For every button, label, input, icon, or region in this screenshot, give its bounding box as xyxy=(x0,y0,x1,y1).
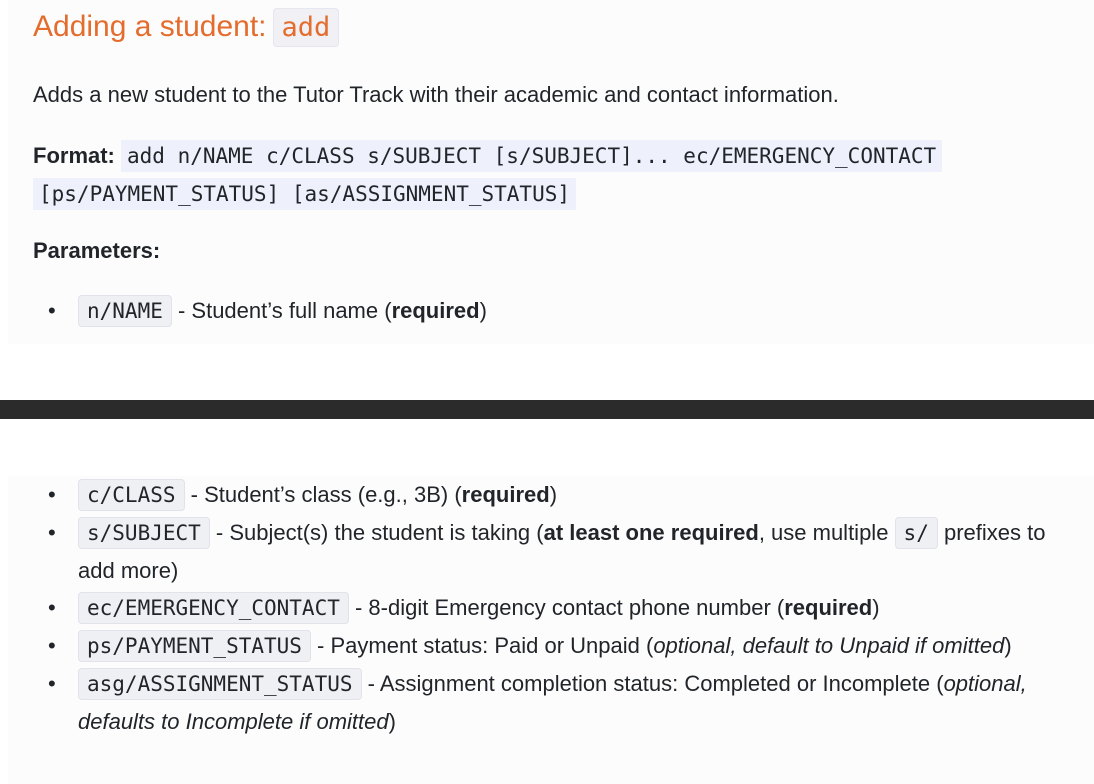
param-assignment-text: - Assignment completion status: Complete… xyxy=(361,671,944,696)
param-emergency: ec/EMERGENCY_CONTACT - 8-digit Emergency… xyxy=(0,589,1060,627)
description: Adds a new student to the Tutor Track wi… xyxy=(33,82,839,107)
param-payment-end: ) xyxy=(1004,633,1012,658)
param-emergency-end: ) xyxy=(872,595,880,620)
param-emergency-text: - 8-digit Emergency contact phone number… xyxy=(348,595,785,620)
format-line-1: add n/NAME c/CLASS s/SUBJECT [s/SUBJECT]… xyxy=(127,144,937,168)
param-class-end: ) xyxy=(549,482,558,507)
param-name-bold: required xyxy=(391,298,480,323)
param-subject: s/SUBJECT - Subject(s) the student is ta… xyxy=(0,514,1060,589)
param-name: n/NAME - Student’s full name (required) xyxy=(0,292,1060,330)
heading-code: add xyxy=(272,8,340,47)
param-name-end: ) xyxy=(479,298,487,323)
param-class-code: c/CLASS xyxy=(78,479,185,511)
param-emergency-bold: required xyxy=(784,595,873,620)
param-payment-text: - Payment status: Paid or Unpaid ( xyxy=(310,633,654,658)
format-code: add n/NAME c/CLASS s/SUBJECT [s/SUBJECT]… xyxy=(33,140,943,210)
param-subject-text: - Subject(s) the student is taking ( xyxy=(209,520,544,545)
param-emergency-code: ec/EMERGENCY_CONTACT xyxy=(78,592,349,624)
parameter-list-top: n/NAME - Student’s full name (required) xyxy=(0,292,1060,330)
param-subject-code2: s/ xyxy=(894,517,938,549)
section-heading: Adding a student: add xyxy=(33,4,340,51)
param-class: c/CLASS - Student’s class (e.g., 3B) (re… xyxy=(0,476,1060,514)
param-class-text: - Student’s class (e.g., 3B) ( xyxy=(184,482,462,507)
format-label: Format: xyxy=(33,143,115,168)
param-name-code: n/NAME xyxy=(78,295,172,327)
param-subject-mid: , use multiple xyxy=(758,520,895,545)
param-payment: ps/PAYMENT_STATUS - Payment status: Paid… xyxy=(0,627,1060,665)
param-assignment-code: asg/ASSIGNMENT_STATUS xyxy=(78,668,362,700)
heading-text: Adding a student: xyxy=(33,10,267,43)
param-payment-code: ps/PAYMENT_STATUS xyxy=(78,630,311,662)
format-block: Format: add n/NAME c/CLASS s/SUBJECT [s/… xyxy=(33,137,1043,213)
format-line-2: [ps/PAYMENT_STATUS] [as/ASSIGNMENT_STATU… xyxy=(39,182,571,206)
parameter-list-bottom: c/CLASS - Student’s class (e.g., 3B) (re… xyxy=(0,476,1060,740)
param-assignment: asg/ASSIGNMENT_STATUS - Assignment compl… xyxy=(0,665,1060,740)
param-name-text: - Student’s full name ( xyxy=(171,298,392,323)
section-divider xyxy=(0,400,1094,419)
param-class-bold: required xyxy=(461,482,550,507)
param-assignment-end: ) xyxy=(388,709,396,734)
param-payment-italic: optional, default to Unpaid if omitted xyxy=(653,633,1005,658)
param-subject-code: s/SUBJECT xyxy=(78,517,210,549)
param-subject-bold: at least one required xyxy=(543,520,759,545)
parameters-label: Parameters: xyxy=(33,238,161,263)
